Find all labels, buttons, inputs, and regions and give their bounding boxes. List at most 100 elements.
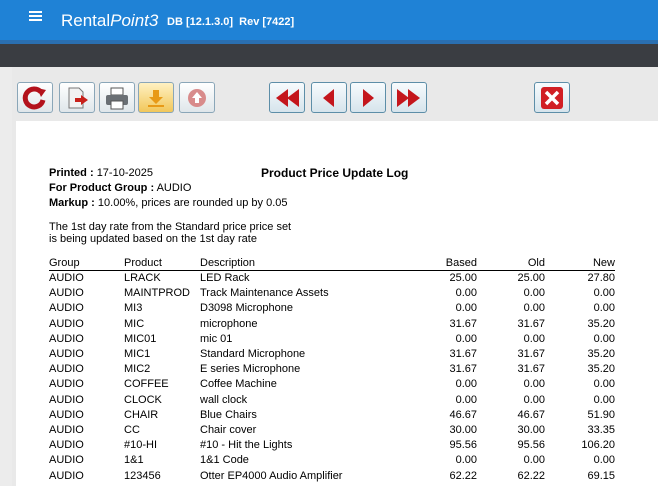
price-update-table: Group Product Description Based Old New …: [49, 255, 615, 484]
next-page-button[interactable]: [350, 82, 386, 113]
cell-new: 51.90: [587, 408, 615, 421]
table-row: AUDIO MIC2 E series Microphone 31.67 31.67 35…: [49, 362, 615, 377]
brand-italic: Point3: [110, 11, 159, 30]
cell-old: 0.00: [523, 332, 545, 345]
close-button[interactable]: [534, 82, 570, 113]
cell-product: COFFEE: [124, 378, 169, 391]
cell-group: AUDIO: [49, 332, 84, 345]
cell-new: 0.00: [593, 378, 615, 391]
cell-group: AUDIO: [49, 272, 84, 285]
print-button[interactable]: [99, 82, 135, 113]
cell-old: 46.67: [517, 408, 545, 421]
rev-version: Rev [7422]: [239, 16, 295, 28]
markup-line: Markup : 10.00%, prices are rounded up b…: [49, 197, 287, 209]
first-page-icon: [276, 88, 299, 107]
cell-product: 123456: [124, 469, 161, 482]
cell-group: AUDIO: [49, 287, 84, 300]
cell-product: MIC1: [124, 348, 151, 361]
cell-old: 0.00: [523, 302, 545, 315]
export-icon: [68, 87, 88, 108]
cell-product: 1&1: [124, 454, 144, 467]
column-header-group: Group: [49, 255, 124, 271]
table-row: AUDIO MIC01 mic 01 0.00 0.00 0.00: [49, 332, 615, 347]
cell-product: CC: [124, 423, 140, 436]
table-row: AUDIO MAINTPROD Track Maintenance Assets 0.…: [49, 286, 615, 301]
cell-based: 62.22: [449, 469, 477, 482]
cell-group: AUDIO: [49, 348, 84, 361]
first-page-button[interactable]: [269, 82, 305, 113]
cell-product: MI3: [124, 302, 143, 315]
group-label: For Product Group :: [49, 182, 155, 194]
cell-old: 0.00: [523, 454, 545, 467]
version-info: DB [12.1.3.0] Rev [7422]: [167, 16, 294, 28]
printed-date: 17-10-2025: [96, 167, 153, 179]
cell-based: 95.56: [449, 439, 477, 452]
header-shadow-bar: [0, 40, 658, 67]
cell-new: 106.20: [581, 439, 615, 452]
previous-page-button[interactable]: [311, 82, 347, 113]
print-icon: [106, 87, 128, 109]
cell-product: #10-HI: [124, 439, 158, 452]
cell-description: 1&1 Code: [200, 454, 249, 467]
last-page-button[interactable]: [391, 82, 427, 113]
printed-line: Printed : 17-10-2025: [49, 167, 153, 179]
download-icon: [148, 89, 164, 107]
cell-group: AUDIO: [49, 378, 84, 391]
cell-description: wall clock: [200, 393, 248, 406]
table-row: AUDIO MIC1 Standard Microphone 31.67 31.67 35…: [49, 347, 615, 362]
cell-product: CLOCK: [124, 393, 162, 406]
cell-based: 30.00: [449, 423, 477, 436]
table-row: AUDIO 1&1 1&1 Code 0.00 0.00 0.00: [49, 453, 615, 468]
group-line: For Product Group : AUDIO: [49, 182, 191, 194]
cell-new: 35.20: [587, 363, 615, 376]
cell-new: 33.35: [587, 423, 615, 436]
cell-description: Chair cover: [200, 423, 257, 436]
cell-new: 0.00: [593, 332, 615, 345]
column-header-based: Based: [395, 255, 477, 271]
cell-description: LED Rack: [200, 272, 250, 285]
export-button[interactable]: [59, 82, 95, 113]
cell-new: 35.20: [587, 348, 615, 361]
table-row: AUDIO #10-HI #10 - Hit the Lights 95.56 95.5…: [49, 438, 615, 453]
cell-description: E series Microphone: [200, 363, 301, 376]
cell-old: 31.67: [517, 317, 545, 330]
close-icon: [541, 86, 563, 109]
cell-product: LRACK: [124, 272, 161, 285]
cell-description: D3098 Microphone: [200, 302, 293, 315]
column-header-product: Product: [124, 255, 200, 271]
cell-group: AUDIO: [49, 439, 84, 452]
cell-description: #10 - Hit the Lights: [200, 439, 293, 452]
app-header: RentalPoint3 DB [12.1.3.0] Rev [7422]: [0, 0, 658, 40]
download-button[interactable]: [138, 82, 174, 113]
table-row: AUDIO CHAIR Blue Chairs 46.67 46.67 51.90: [49, 408, 615, 423]
note-line-2: is being updated based on the 1st day ra…: [49, 233, 257, 245]
cell-product: CHAIR: [124, 408, 159, 421]
column-header-description: Description: [200, 255, 395, 271]
cell-new: 0.00: [593, 302, 615, 315]
cell-product: MIC01: [124, 332, 157, 345]
note-line-1: The 1st day rate from the Standard price…: [49, 221, 292, 233]
table-row: AUDIO CLOCK wall clock 0.00 0.00 0.00: [49, 393, 615, 408]
cell-group: AUDIO: [49, 393, 84, 406]
cell-old: 0.00: [523, 378, 545, 391]
table-row: AUDIO CC Chair cover 30.00 30.00 33.35: [49, 423, 615, 438]
cell-based: 25.00: [449, 272, 477, 285]
table-row: AUDIO MIC microphone 31.67 31.67 35.20: [49, 317, 615, 332]
cell-old: 0.00: [523, 287, 545, 300]
markup-label: Markup :: [49, 197, 95, 209]
next-page-icon: [363, 88, 374, 107]
cell-new: 35.20: [587, 317, 615, 330]
table-row: AUDIO MI3 D3098 Microphone 0.00 0.00 0.00: [49, 301, 615, 316]
printed-label: Printed :: [49, 167, 94, 179]
cell-based: 0.00: [455, 393, 477, 406]
cell-based: 0.00: [455, 287, 477, 300]
cell-group: AUDIO: [49, 469, 84, 482]
hamburger-menu-icon[interactable]: [29, 11, 42, 22]
cell-based: 0.00: [455, 454, 477, 467]
refresh-button[interactable]: [17, 82, 53, 113]
cell-group: AUDIO: [49, 302, 84, 315]
cell-group: AUDIO: [49, 317, 84, 330]
upload-icon: [188, 88, 206, 107]
upload-button[interactable]: [179, 82, 215, 113]
cell-description: Track Maintenance Assets: [200, 287, 329, 300]
